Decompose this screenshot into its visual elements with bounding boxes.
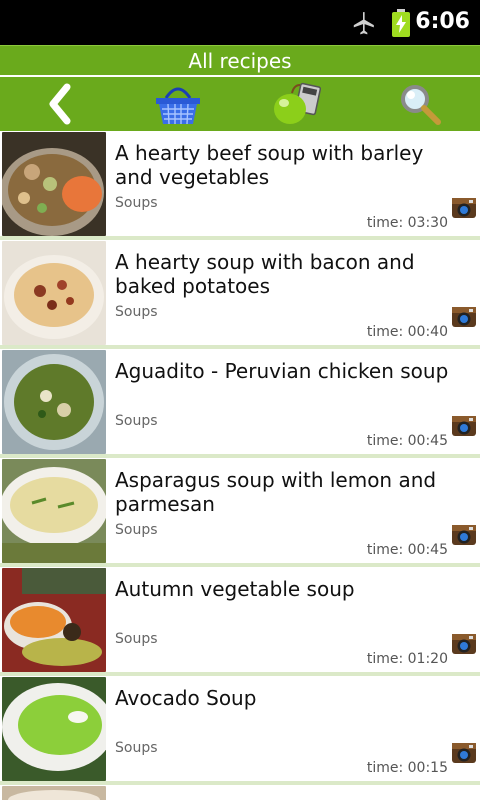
recipe-thumbnail [2,132,106,236]
recipe-category: Soups [115,304,158,320]
apple-calculator-icon [274,82,322,124]
recipe-time: time: 00:15 [366,760,448,776]
shopping-basket-icon [156,87,200,125]
recipe-thumbnail [2,786,106,800]
battery-charging-icon [392,9,410,37]
recipe-thumbnail [2,241,106,345]
list-item[interactable]: Autumn vegetable soup Soups time: 01:20 [0,567,480,676]
back-arrow-icon [49,83,71,125]
recipe-category: Soups [115,522,158,538]
recipe-time: time: 00:45 [366,433,448,449]
clock: 6:06 [415,9,470,34]
camera-icon [452,307,476,327]
recipe-time: time: 01:20 [366,651,448,667]
camera-icon [452,634,476,654]
recipe-thumbnail [2,350,106,454]
recipe-list: A hearty beef soup with barley and veget… [0,131,480,800]
recipe-title: Asparagus soup with lemon and parmesan [115,468,437,516]
nutrition-calculator-button[interactable] [268,79,328,129]
recipe-time: time: 03:30 [366,215,448,231]
list-item[interactable]: Asparagus soup with lemon and parmesan S… [0,458,480,567]
camera-icon [452,416,476,436]
list-item[interactable]: A hearty beef soup with barley and veget… [0,131,480,240]
recipe-category: Soups [115,740,158,756]
list-item-partial[interactable] [0,785,480,800]
page-title: All recipes [0,45,480,77]
toolbar [0,77,480,131]
recipe-thumbnail [2,459,106,563]
recipe-category: Soups [115,195,158,211]
recipe-title: A hearty soup with bacon and baked potat… [115,250,415,298]
recipe-title: A hearty beef soup with barley and veget… [115,141,424,189]
recipe-thumbnail [2,568,106,672]
back-button[interactable] [30,79,90,129]
list-item[interactable]: A hearty soup with bacon and baked potat… [0,240,480,349]
search-button[interactable] [390,79,450,129]
recipe-thumbnail [2,677,106,781]
airplane-mode-icon [353,12,374,35]
shopping-basket-button[interactable] [148,79,208,129]
camera-icon [452,743,476,763]
list-item[interactable]: Avocado Soup Soups time: 00:15 [0,676,480,785]
camera-icon [452,198,476,218]
recipe-title: Aguadito - Peruvian chicken soup [115,359,449,383]
status-bar: 6:06 [0,0,480,45]
camera-icon [452,525,476,545]
recipe-title: Avocado Soup [115,686,257,710]
recipe-time: time: 00:40 [366,324,448,340]
recipe-time: time: 00:45 [366,542,448,558]
recipe-category: Soups [115,631,158,647]
recipe-category: Soups [115,413,158,429]
recipe-title: Autumn vegetable soup [115,577,355,601]
list-item[interactable]: Aguadito - Peruvian chicken soup Soups t… [0,349,480,458]
magnifier-icon [401,85,441,125]
